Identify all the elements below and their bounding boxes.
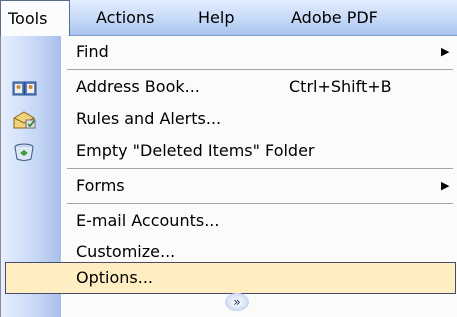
menu-tools[interactable]: Tools [0, 0, 70, 37]
menu-separator [67, 203, 453, 204]
tools-dropdown-menu: Find ▶ Address Book... Ctrl+Shift+B Rule… [0, 36, 457, 317]
submenu-arrow-icon: ▶ [441, 45, 450, 58]
menu-expand-row: » [1, 288, 457, 317]
menu-actions-label: Actions [96, 8, 155, 27]
menu-item-address-book[interactable]: Address Book... Ctrl+Shift+B [1, 71, 457, 103]
menu-item-find-label: Find [76, 42, 109, 61]
menu-item-address-book-label: Address Book... [76, 77, 200, 96]
menu-item-forms-label: Forms [76, 176, 125, 195]
menu-actions[interactable]: Actions [96, 0, 154, 36]
menu-item-find[interactable]: Find ▶ [1, 36, 457, 68]
menu-adobe-pdf-label: Adobe PDF [291, 8, 378, 27]
menu-tools-label: Tools [8, 9, 48, 28]
menu-help-label: Help [198, 8, 235, 27]
menu-separator [67, 168, 453, 169]
address-book-icon [12, 77, 38, 97]
menu-item-empty-deleted[interactable]: Empty "Deleted Items" Folder [1, 135, 457, 167]
menu-item-forms[interactable]: Forms ▶ [1, 170, 457, 202]
rules-alerts-icon [12, 109, 38, 129]
expand-menu-chevron-icon[interactable]: » [225, 293, 249, 311]
address-book-shortcut: Ctrl+Shift+B [289, 77, 392, 96]
menu-bar: Tools Actions Help Adobe PDF [0, 0, 457, 37]
menu-separator [67, 69, 453, 70]
menu-item-rules-alerts-label: Rules and Alerts... [76, 109, 222, 128]
menu-item-email-accounts[interactable]: E-mail Accounts... [1, 205, 457, 237]
menu-item-email-accounts-label: E-mail Accounts... [76, 211, 220, 230]
submenu-arrow-icon: ▶ [441, 179, 450, 192]
recycle-bin-icon [12, 141, 38, 161]
menu-item-rules-alerts[interactable]: Rules and Alerts... [1, 103, 457, 135]
menu-item-empty-deleted-label: Empty "Deleted Items" Folder [76, 141, 315, 160]
menu-adobe-pdf[interactable]: Adobe PDF [291, 0, 378, 36]
menu-help[interactable]: Help [198, 0, 234, 36]
